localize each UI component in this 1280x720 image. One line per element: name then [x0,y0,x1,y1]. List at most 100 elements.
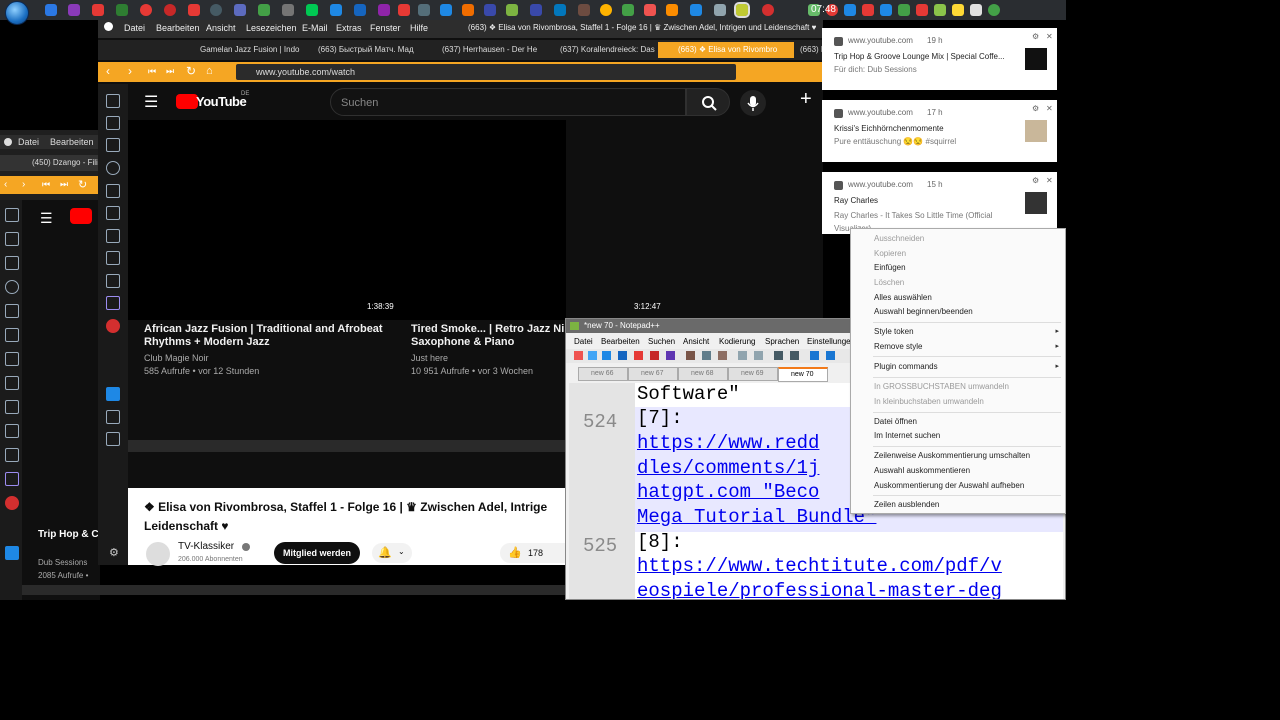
menu-einstellungen[interactable]: Einstellunge [807,337,851,346]
paste-icon[interactable] [718,351,727,360]
taskbar-app-icon[interactable] [644,4,656,16]
close-icon[interactable]: ✕ [1046,176,1053,185]
reader-icon[interactable] [106,116,120,130]
forward-icon[interactable]: › [128,64,132,78]
menu-item-plugin-commands[interactable]: Plugin commands [874,362,938,371]
close-icon[interactable]: ✕ [1046,104,1053,113]
clock[interactable]: 07:48 [811,4,836,15]
taskbar-app-icon[interactable] [600,4,612,16]
channel-avatar[interactable] [146,542,170,566]
close-all-icon[interactable] [650,351,659,360]
tray-icon[interactable] [844,4,856,16]
calendar-icon[interactable] [5,424,19,438]
page-icon[interactable] [106,410,120,424]
taskbar-app-icon[interactable] [554,4,566,16]
menu-item-datei-oeffnen[interactable]: Datei öffnen [874,417,917,426]
tab-korallendreieck[interactable]: (637) Korallendreieck: Das [540,42,672,58]
feed-video-title[interactable]: Trip Hop & Chill Selections [38,528,100,541]
menu-sprachen[interactable]: Sprachen [765,337,799,346]
menu-item-im-internet-suchen[interactable]: Im Internet suchen [874,431,940,440]
menu-item-ausschneiden[interactable]: Ausschneiden [874,234,924,243]
join-button[interactable]: Mitglied werden [274,542,361,564]
redo-icon[interactable] [754,351,763,360]
youtube-logo-icon[interactable] [176,94,198,109]
back-icon[interactable]: ‹ [106,64,110,78]
tab-gamelan[interactable]: Gamelan Jazz Fusion | Indo [180,42,312,58]
taskbar-app-icon[interactable] [68,4,80,16]
create-icon[interactable]: + [800,88,812,111]
menu-ansicht[interactable]: Ansicht [683,337,709,346]
taskbar-app-icon[interactable] [92,4,104,16]
tray-icon[interactable] [934,4,946,16]
menu-item-kommentar-umschalten[interactable]: Zeilenweise Auskommentierung umschalten [874,451,1030,460]
youtube-logo-icon[interactable] [70,208,92,224]
vivaldi-panel-icon[interactable] [106,319,120,333]
tab-new-70[interactable]: new 70 [778,367,828,382]
menu-hilfe[interactable]: Hilfe [410,23,428,33]
notes-icon[interactable] [5,304,19,318]
menu-item-loeschen[interactable]: Löschen [874,278,904,287]
rewind-icon[interactable]: ⏮ [148,66,156,77]
video-title[interactable]: African Jazz Fusion | Traditional and Af… [144,323,394,349]
taskbar-app-icon[interactable] [258,4,270,16]
menu-item-style-token[interactable]: Style token [874,327,914,336]
menu-extras[interactable]: Extras [336,23,362,33]
menu-icon[interactable]: ☰ [144,92,158,112]
feed-icon[interactable] [5,352,19,366]
reader-icon[interactable] [5,232,19,246]
menu-item-einfuegen[interactable]: Einfügen [874,263,906,272]
gear-icon[interactable]: ⚙ [1032,104,1039,113]
tray-icon[interactable] [862,4,874,16]
code-link[interactable]: hatgpt.com "Beco [637,481,819,503]
home-icon[interactable]: ⌂ [206,65,213,77]
tray-icon[interactable] [898,4,910,16]
close-icon[interactable] [634,351,643,360]
notification-card[interactable]: www.youtube.com 17 h ⚙ ✕ Krissi's Eichhö… [822,100,1057,162]
menu-kodierung[interactable]: Kodierung [719,337,755,346]
contacts-icon[interactable] [5,376,19,390]
menu-bearbeiten[interactable]: Bearbeiten [601,337,640,346]
menu-ansicht[interactable]: Ansicht [206,23,236,33]
code-link[interactable]: https://www.redd [637,432,819,454]
menu-item-kleinbuchstaben[interactable]: In kleinbuchstaben umwandeln [874,397,984,406]
replace-icon[interactable] [790,351,799,360]
add-panel-icon[interactable] [106,432,120,446]
menu-item-grossbuchstaben[interactable]: In GROSSBUCHSTABEN umwandeln [874,382,1009,391]
tab-new-69[interactable]: new 69 [728,367,778,381]
menu-icon[interactable]: ☰ [40,210,53,227]
zoom-out-icon[interactable] [826,351,835,360]
code-link[interactable]: eospiele/professional-master-deg [637,580,1002,599]
mastodon-icon[interactable] [5,472,19,486]
taskbar-app-icon[interactable] [690,4,702,16]
channel-name[interactable]: TV-Klassiker [178,541,234,552]
find-icon[interactable] [774,351,783,360]
copy-icon[interactable] [702,351,711,360]
undo-icon[interactable] [738,351,747,360]
vivaldi-icon[interactable] [104,22,113,31]
tab-new-66[interactable]: new 66 [578,367,628,381]
tasks-icon[interactable] [5,400,19,414]
notification-card[interactable]: www.youtube.com 15 h ⚙ ✕ Ray Charles Ray… [822,172,1057,234]
menu-item-kopieren[interactable]: Kopieren [874,249,906,258]
bookmark-icon[interactable] [106,94,120,108]
youtube-logo-text[interactable]: YouTube [196,94,247,109]
menu-item-kommentar-aufheben[interactable]: Auskommentierung der Auswahl aufheben [874,481,1024,490]
zoom-in-icon[interactable] [810,351,819,360]
search-input[interactable]: Suchen [330,88,686,116]
taskbar-app-icon[interactable] [330,4,342,16]
tray-icon[interactable] [970,4,982,16]
tray-icon[interactable] [988,4,1000,16]
feed-video-channel[interactable]: Dub Sessions [38,558,87,567]
history-icon[interactable] [5,280,19,294]
taskbar-app-icon[interactable] [188,4,200,16]
menu-suchen[interactable]: Suchen [648,337,675,346]
reload-icon[interactable]: ↻ [78,178,87,191]
bookmark-icon[interactable] [5,208,19,222]
taskbar-app-icon[interactable] [282,4,294,16]
taskbar-app-icon[interactable] [506,4,518,16]
taskbar-app-icon[interactable] [440,4,452,16]
menu-datei[interactable]: Datei [574,337,593,346]
taskbar-app-icon[interactable] [45,4,57,16]
taskbar-app-icon[interactable] [666,4,678,16]
taskbar-app-icon[interactable] [164,4,176,16]
